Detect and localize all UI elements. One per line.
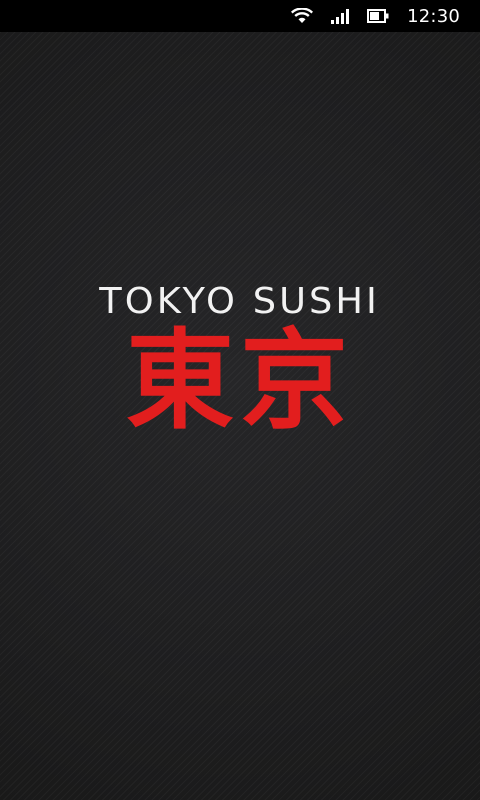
brand-logo: TOKYO SUSHI 東京 (0, 281, 480, 444)
status-bar: 12:30 (0, 0, 480, 32)
app-screen: 12:30 TOKYO SUSHI 東京 (0, 0, 480, 800)
status-icons: 12:30 (291, 0, 460, 32)
battery-icon (367, 9, 389, 23)
splash-screen: TOKYO SUSHI 東京 (0, 32, 480, 800)
brand-name: TOKYO SUSHI (99, 281, 381, 322)
wifi-icon (291, 8, 314, 24)
status-time: 12:30 (407, 5, 460, 27)
brand-kanji: 東京 (125, 318, 354, 444)
signal-icon (331, 8, 350, 24)
